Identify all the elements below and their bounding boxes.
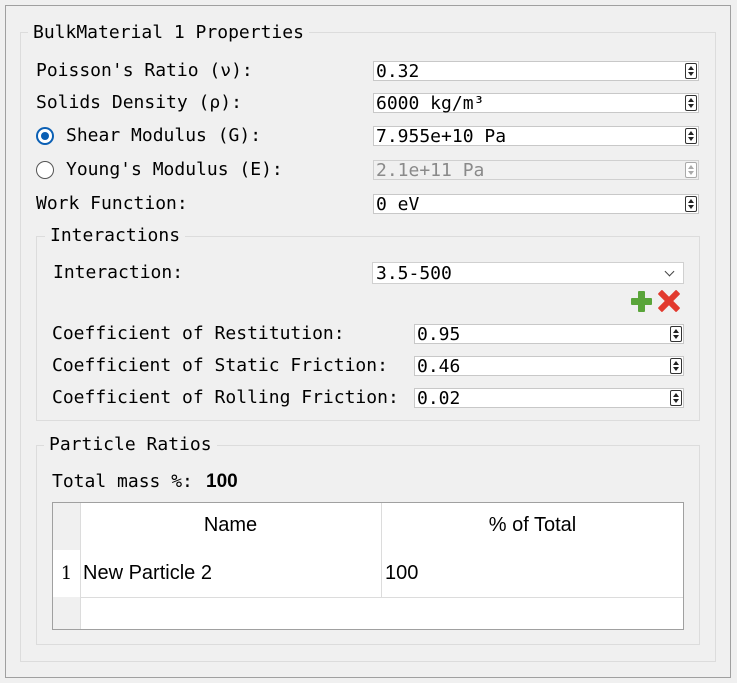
spinner-arrows-icon[interactable] <box>670 358 682 374</box>
chevron-down-icon <box>664 266 675 277</box>
spinner-arrows-icon <box>685 162 697 178</box>
row-header[interactable]: 1 <box>53 550 80 597</box>
shear-modulus-field[interactable]: 7.955e+10 Pa <box>373 126 699 147</box>
restitution-value: 0.95 <box>417 324 461 345</box>
total-mass-value: 100 <box>206 471 238 492</box>
table-corner <box>53 503 80 550</box>
interaction-dropdown[interactable]: 3.5-500 <box>372 262 684 284</box>
solids-density-field[interactable]: 6000 kg/m³ <box>373 93 699 114</box>
remove-interaction-icon[interactable] <box>657 289 681 313</box>
youngs-modulus-radio[interactable] <box>36 161 54 179</box>
particle-ratios-table[interactable]: Name % of Total 1 New Particle 2 100 <box>52 502 684 630</box>
interaction-label: Interaction: <box>53 262 184 283</box>
group-title: BulkMaterial 1 Properties <box>28 22 309 44</box>
shear-modulus-label: Shear Modulus (G): <box>66 125 262 146</box>
interactions-title: Interactions <box>45 225 186 247</box>
spinner-arrows-icon[interactable] <box>685 95 697 111</box>
youngs-modulus-field: 2.1e+11 Pa <box>373 160 699 181</box>
add-interaction-icon[interactable] <box>630 290 652 312</box>
rolling-friction-label: Coefficient of Rolling Friction: <box>52 387 399 408</box>
static-friction-value: 0.46 <box>417 356 461 377</box>
work-function-label: Work Function: <box>36 193 188 214</box>
shear-modulus-value: 7.955e+10 Pa <box>376 126 507 147</box>
particle-percent-cell[interactable]: 100 <box>382 550 683 597</box>
static-friction-field[interactable]: 0.46 <box>414 356 684 377</box>
poisson-ratio-value: 0.32 <box>376 61 420 82</box>
interaction-value: 3.5-500 <box>376 263 452 284</box>
spinner-arrows-icon[interactable] <box>670 390 682 406</box>
shear-modulus-radio[interactable] <box>36 127 54 145</box>
work-function-field[interactable]: 0 eV <box>373 194 699 215</box>
restitution-label: Coefficient of Restitution: <box>52 323 345 344</box>
static-friction-label: Coefficient of Static Friction: <box>52 355 388 376</box>
column-header-percent[interactable]: % of Total <box>382 503 683 550</box>
poisson-ratio-field[interactable]: 0.32 <box>373 61 699 82</box>
spinner-arrows-icon[interactable] <box>685 196 697 212</box>
poisson-ratio-label: Poisson's Ratio (ν): <box>36 60 253 81</box>
spinner-arrows-icon[interactable] <box>685 128 697 144</box>
youngs-modulus-label: Young's Modulus (E): <box>66 159 283 180</box>
spinner-arrows-icon[interactable] <box>670 326 682 342</box>
particle-ratios-title: Particle Ratios <box>44 434 217 456</box>
divider <box>80 597 683 598</box>
work-function-value: 0 eV <box>376 194 420 215</box>
particle-name-cell[interactable]: New Particle 2 <box>80 550 381 597</box>
column-header-name[interactable]: Name <box>80 503 381 550</box>
total-mass-label: Total mass %: <box>52 471 193 492</box>
rolling-friction-value: 0.02 <box>417 388 461 409</box>
empty-row-header <box>53 597 80 629</box>
solids-density-value: 6000 kg/m³ <box>376 93 485 114</box>
solids-density-label: Solids Density (ρ): <box>36 92 242 113</box>
youngs-modulus-value: 2.1e+11 Pa <box>376 160 485 181</box>
spinner-arrows-icon[interactable] <box>685 63 697 79</box>
restitution-field[interactable]: 0.95 <box>414 324 684 345</box>
divider <box>80 503 81 629</box>
rolling-friction-field[interactable]: 0.02 <box>414 388 684 409</box>
divider <box>381 503 382 597</box>
